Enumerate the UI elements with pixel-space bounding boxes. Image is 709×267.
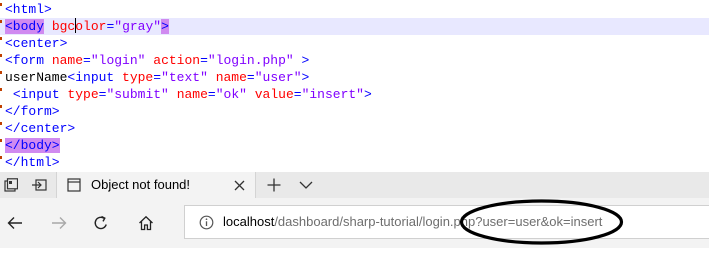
refresh-icon[interactable] xyxy=(86,208,116,238)
code-token: </html> xyxy=(5,155,60,170)
code-token: </form> xyxy=(5,104,60,119)
code-token: > xyxy=(301,70,310,85)
code-token: <center> xyxy=(5,36,68,51)
code-token: = xyxy=(83,53,91,68)
plus-icon[interactable] xyxy=(262,172,286,198)
page-icon xyxy=(65,172,83,198)
code-line[interactable]: <body bgcolor="gray"> xyxy=(0,18,709,35)
close-icon[interactable] xyxy=(229,172,249,198)
browser-navigation-bar: localhost/dashboard/sharp-tutorial/login… xyxy=(0,198,709,248)
gutter-marker xyxy=(0,105,2,108)
code-token: <html> xyxy=(5,2,52,17)
code-token: action xyxy=(153,53,201,68)
code-token: "login" xyxy=(90,53,146,68)
code-line[interactable]: <input type="submit" name="ok" value="in… xyxy=(0,86,709,103)
code-token: > xyxy=(161,19,169,34)
code-token: bgc xyxy=(51,19,76,34)
code-token: </body> xyxy=(5,138,60,153)
code-token: = xyxy=(293,87,302,102)
gutter-marker xyxy=(0,156,2,159)
code-token: = xyxy=(246,70,255,85)
code-token: <body xyxy=(5,19,45,34)
gutter-marker xyxy=(0,139,2,142)
url-text[interactable]: localhost/dashboard/sharp-tutorial/login… xyxy=(223,214,602,229)
gutter-marker xyxy=(0,71,2,74)
code-token: olor xyxy=(75,19,107,34)
tab-object-not-found[interactable]: Object not found! xyxy=(56,172,256,198)
code-token: </center> xyxy=(5,121,76,136)
code-line[interactable]: <form name="login" action="login.php" > xyxy=(0,52,709,69)
gutter-marker xyxy=(0,54,2,57)
code-editor[interactable]: <html> <body bgcolor="gray"> <center> <form… xyxy=(0,0,709,172)
code-token: = xyxy=(207,87,216,102)
gutter-marker xyxy=(0,3,2,6)
code-token: "submit" xyxy=(106,87,169,102)
forward-arrow-icon[interactable] xyxy=(44,208,74,238)
code-token: "user" xyxy=(254,70,302,85)
code-line[interactable]: </center> xyxy=(0,120,709,137)
code-token: <input xyxy=(67,70,123,85)
code-token: type xyxy=(67,87,99,102)
url-host: localhost xyxy=(223,214,275,229)
code-token: <form xyxy=(5,53,52,68)
gutter-marker xyxy=(0,37,2,40)
set-aside-tabs-icon[interactable] xyxy=(26,172,52,198)
gutter-marker xyxy=(0,122,2,125)
code-line[interactable]: userName<input type="text" name="user"> xyxy=(0,69,709,86)
code-line[interactable]: <html> xyxy=(0,1,709,18)
back-arrow-icon[interactable] xyxy=(0,208,30,238)
code-token: name xyxy=(215,70,247,85)
code-token: > xyxy=(364,87,372,102)
code-token: > xyxy=(301,53,310,68)
code-token: userName xyxy=(5,70,68,85)
code-token: name xyxy=(176,87,208,102)
code-token: "insert" xyxy=(301,87,364,102)
tab-actions-icon[interactable] xyxy=(0,172,22,198)
gutter-marker xyxy=(0,20,2,23)
code-token: "gray" xyxy=(114,19,162,34)
code-token: "text" xyxy=(161,70,208,85)
home-icon[interactable] xyxy=(131,208,161,238)
chevron-down-icon[interactable] xyxy=(294,172,318,198)
gutter-marker xyxy=(0,88,2,91)
code-token: = xyxy=(200,53,208,68)
code-token: type xyxy=(122,70,154,85)
code-token: "ok" xyxy=(215,87,247,102)
tab-title: Object not found! xyxy=(91,177,191,192)
address-bar[interactable]: localhost/dashboard/sharp-tutorial/login… xyxy=(184,205,709,239)
code-token: name xyxy=(51,53,84,68)
info-icon[interactable] xyxy=(197,213,215,231)
code-line[interactable]: </html> xyxy=(0,154,709,171)
code-line[interactable]: </body> xyxy=(0,137,709,154)
code-token: <input xyxy=(12,87,68,102)
code-token: = xyxy=(153,70,162,85)
url-path: /dashboard/sharp-tutorial/login.php?user… xyxy=(274,214,603,229)
code-token: "login.php" xyxy=(207,53,294,68)
code-line[interactable]: </form> xyxy=(0,103,709,120)
code-line[interactable]: <center> xyxy=(0,35,709,52)
browser-tab-bar: Object not found! xyxy=(0,172,709,198)
code-token: value xyxy=(254,87,294,102)
